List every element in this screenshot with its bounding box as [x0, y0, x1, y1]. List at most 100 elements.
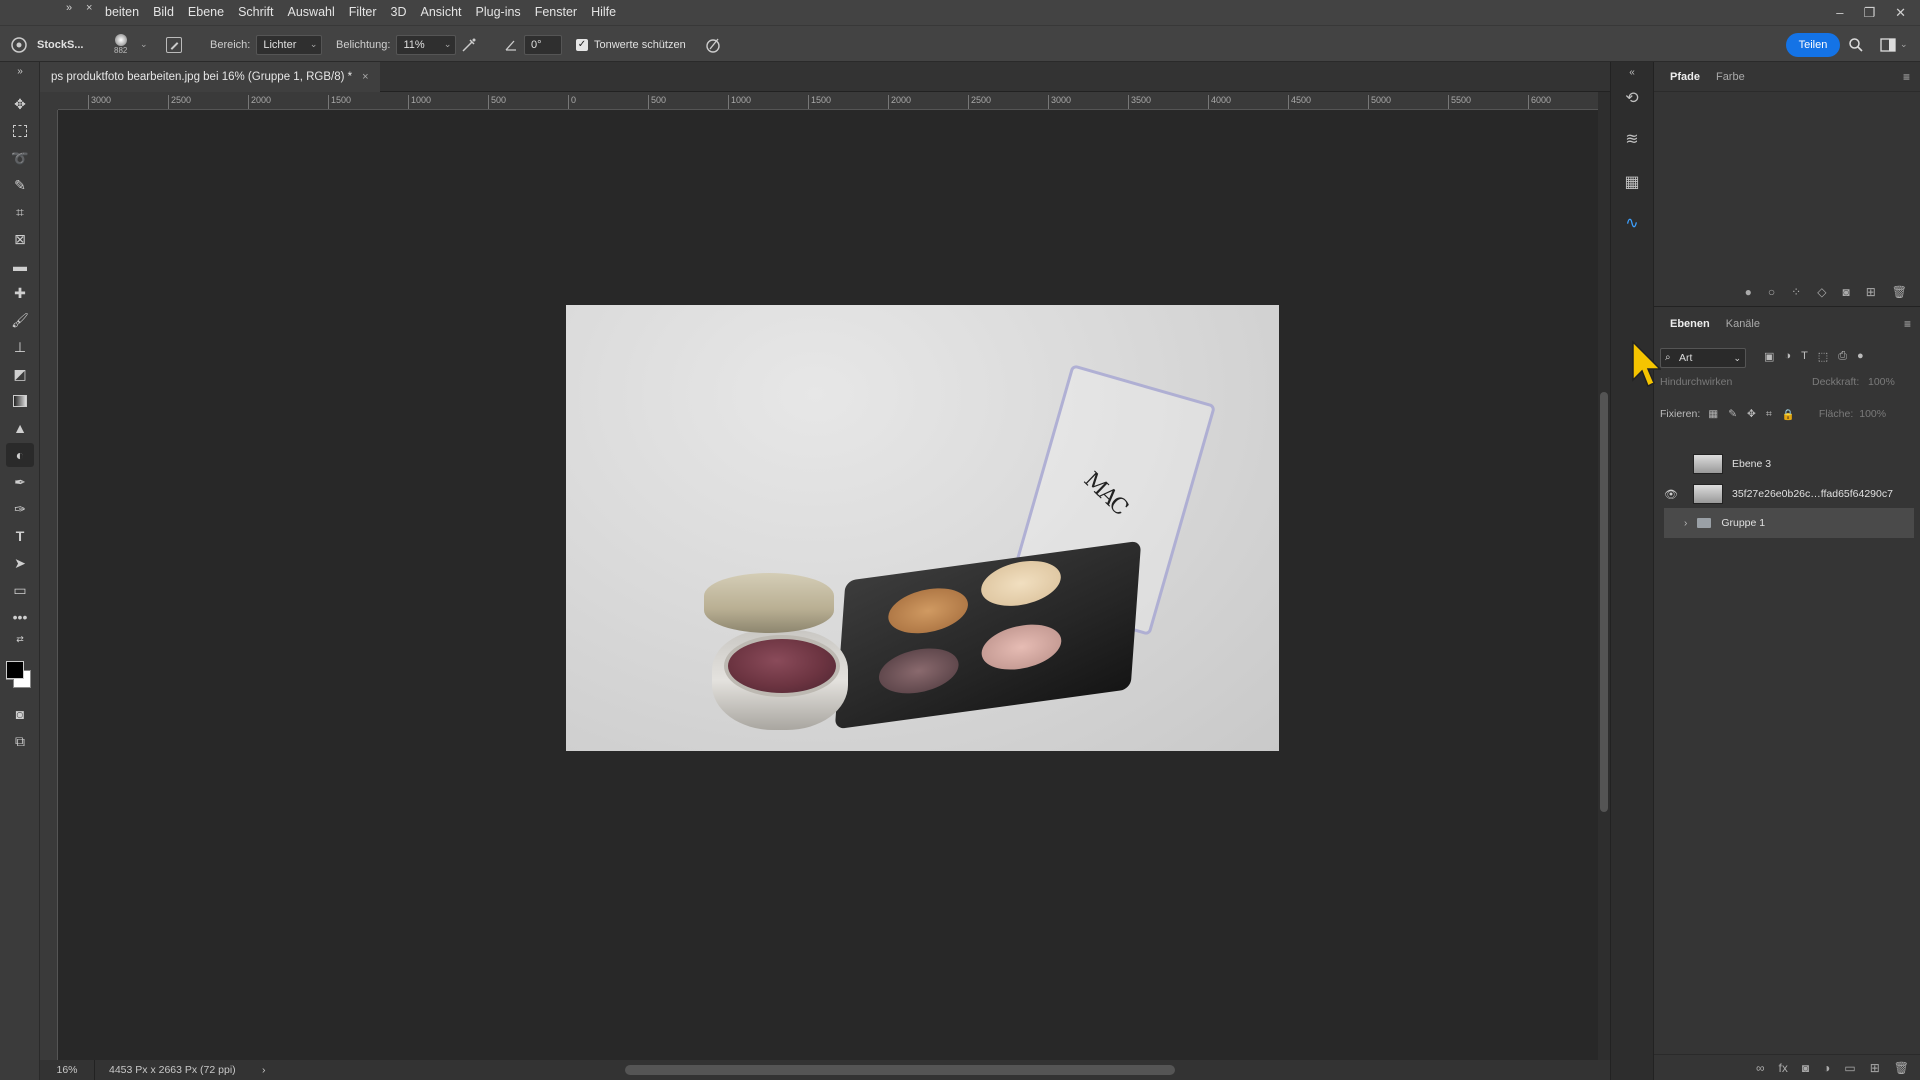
marquee-tool-icon[interactable] [6, 119, 34, 143]
brush-preset-picker[interactable]: 882 [114, 26, 127, 63]
search-icon[interactable] [1848, 37, 1864, 53]
frame-tool-icon[interactable]: ⊠ [6, 227, 34, 251]
brush-tool-icon[interactable]: 🖌 [6, 308, 34, 332]
menu-schrift[interactable]: Schrift [231, 0, 280, 25]
app-home[interactable]: StockS... [10, 26, 83, 63]
lock-artboard-icon[interactable]: ⌗ [1766, 408, 1772, 421]
healing-brush-tool-icon[interactable]: ✚ [6, 281, 34, 305]
product-photo[interactable]: MAC [566, 305, 1279, 751]
workspace-chevron-icon[interactable]: ⌄ [1900, 39, 1908, 50]
protect-tones-checkbox[interactable]: ✓ Tonwerte schützen [576, 26, 686, 63]
gradient-tool-icon[interactable] [6, 389, 34, 413]
selection-to-path-icon[interactable]: ◇ [1817, 285, 1826, 299]
lock-position-icon[interactable]: ✥ [1747, 408, 1756, 420]
filter-shape-icon[interactable]: ⬚ [1818, 350, 1828, 363]
tab-close-icon[interactable]: × [362, 71, 368, 83]
airbrush-icon[interactable] [460, 36, 478, 54]
more-tools-icon[interactable]: ••• [6, 605, 34, 629]
menu-auswahl[interactable]: Auswahl [281, 0, 342, 25]
tab-ebenen[interactable]: Ebenen [1662, 318, 1718, 330]
layer-row-photo[interactable]: 👁 35f27e26e0b26c…ffad65f64290c7 [1654, 479, 1920, 509]
window-close-icon[interactable]: ✕ [1895, 5, 1906, 21]
opacity-input[interactable]: 100% [1868, 376, 1895, 388]
filter-adjustment-icon[interactable]: ◑ [1784, 350, 1791, 363]
quick-mask-icon[interactable]: ◙ [6, 702, 34, 726]
eraser-tool-icon[interactable]: ◩ [6, 362, 34, 386]
menu-3d[interactable]: 3D [384, 0, 414, 25]
dodge-tool-icon[interactable]: ◐ [6, 443, 34, 467]
brush-tip-icon[interactable] [114, 34, 127, 46]
lock-image-icon[interactable]: ✎ [1728, 408, 1737, 420]
move-tool-icon[interactable]: ✥ [6, 92, 34, 116]
new-path-icon[interactable]: ⊞ [1866, 285, 1876, 299]
menu-ansicht[interactable]: Ansicht [414, 0, 469, 25]
pen-tool-icon[interactable]: ✒ [6, 470, 34, 494]
chevron-right-icon[interactable]: › [1684, 518, 1687, 529]
panel-menu-icon[interactable]: ≡ [1903, 70, 1910, 84]
layer-row-ebene-3[interactable]: Ebene 3 [1654, 449, 1920, 479]
filter-type-icon[interactable]: T [1801, 350, 1808, 363]
new-layer-icon[interactable]: ⊞ [1870, 1061, 1880, 1075]
curvature-pen-tool-icon[interactable]: ✑ [6, 497, 34, 521]
vertical-scrollbar[interactable] [1598, 92, 1610, 1060]
menu-ebene[interactable]: Ebene [181, 0, 231, 25]
lasso-tool-icon[interactable]: ➰ [6, 146, 34, 170]
add-layer-mask-icon[interactable]: ◙ [1802, 1061, 1809, 1075]
stroke-path-icon[interactable]: ○ [1768, 285, 1775, 299]
history-icon[interactable]: ⟲ [1621, 87, 1643, 109]
checkbox-checked-icon[interactable]: ✓ [576, 38, 588, 51]
libraries-icon[interactable]: ▦ [1621, 171, 1643, 193]
home-icon[interactable] [10, 36, 28, 54]
filter-toggle-icon[interactable]: ● [1857, 350, 1864, 363]
vertical-ruler[interactable] [40, 110, 58, 1060]
screen-mode-icon[interactable]: ⧉ [6, 729, 34, 753]
tab-farbe[interactable]: Farbe [1708, 71, 1753, 83]
menu-collapse[interactable]: » × [0, 0, 92, 25]
filter-pixel-icon[interactable]: ▣ [1764, 350, 1774, 363]
tab-kanaele[interactable]: Kanäle [1718, 318, 1768, 330]
quick-selection-tool-icon[interactable]: ✎ [6, 173, 34, 197]
workspace-icon[interactable] [1880, 37, 1898, 53]
type-tool-icon[interactable]: T [6, 524, 34, 548]
blend-mode-dropdown[interactable]: Hindurchwirken [1660, 376, 1732, 388]
menu-plugins[interactable]: Plug-ins [469, 0, 528, 25]
fill-input[interactable]: 100% [1859, 408, 1886, 420]
brush-chevron-icon[interactable]: ⌄ [140, 39, 148, 50]
layer-row-gruppe-1[interactable]: › Gruppe 1 [1664, 508, 1914, 538]
menu-fenster[interactable]: Fenster [528, 0, 584, 25]
horizontal-scroll-thumb[interactable] [625, 1065, 1175, 1075]
delete-path-icon[interactable]: 🗑 [1892, 285, 1907, 299]
path-selection-tool-icon[interactable]: ➤ [6, 551, 34, 575]
pressure-icon[interactable] [704, 36, 722, 54]
layer-filter-dropdown[interactable]: ⌕ Art ⌄ [1660, 348, 1746, 368]
close-icon[interactable]: × [86, 2, 92, 14]
layers-menu-icon[interactable]: ≡ [1904, 317, 1911, 331]
menu-filter[interactable]: Filter [342, 0, 384, 25]
vertical-scroll-thumb[interactable] [1600, 392, 1608, 812]
crop-tool-icon[interactable]: ⌗ [6, 200, 34, 224]
belichtung-input[interactable]: 11% ⌄ [396, 34, 457, 55]
ruler-tool-icon[interactable]: ▬ [6, 254, 34, 278]
foreground-color-swatch[interactable] [6, 661, 24, 679]
ruler-origin[interactable] [40, 92, 58, 110]
menu-bild[interactable]: Bild [146, 0, 181, 25]
new-group-icon[interactable]: ▭ [1844, 1061, 1855, 1075]
adjustment-layer-icon[interactable]: ◑ [1823, 1061, 1830, 1075]
minimize-icon[interactable]: – [1836, 5, 1843, 20]
collapse-icon[interactable]: » [66, 2, 72, 14]
stamp-tool-icon[interactable]: ⊥ [6, 335, 34, 359]
chevron-down-icon[interactable]: ⌄ [444, 39, 452, 50]
lock-transparent-icon[interactable]: ▦ [1708, 408, 1718, 420]
restore-icon[interactable]: ❐ [1863, 5, 1875, 21]
lock-all-icon[interactable]: 🔒 [1782, 408, 1795, 421]
eye-icon[interactable]: 👁 [1661, 488, 1681, 501]
swap-colors-icon[interactable]: ⇄ [6, 632, 34, 646]
tab-pfade[interactable]: Pfade [1662, 71, 1708, 83]
add-mask-icon[interactable]: ◙ [1842, 285, 1849, 299]
zoom-level[interactable]: 16% [40, 1060, 95, 1080]
link-layers-icon[interactable]: ∞ [1756, 1061, 1765, 1075]
horizontal-ruler[interactable]: 3000 2500 2000 1500 1000 500 0 500 1000 1500 2000 2… [58, 92, 1598, 110]
menu-bearbeiten[interactable]: beiten [98, 0, 146, 25]
rectangle-tool-icon[interactable]: ▭ [6, 578, 34, 602]
status-menu-icon[interactable]: › [262, 1064, 266, 1076]
